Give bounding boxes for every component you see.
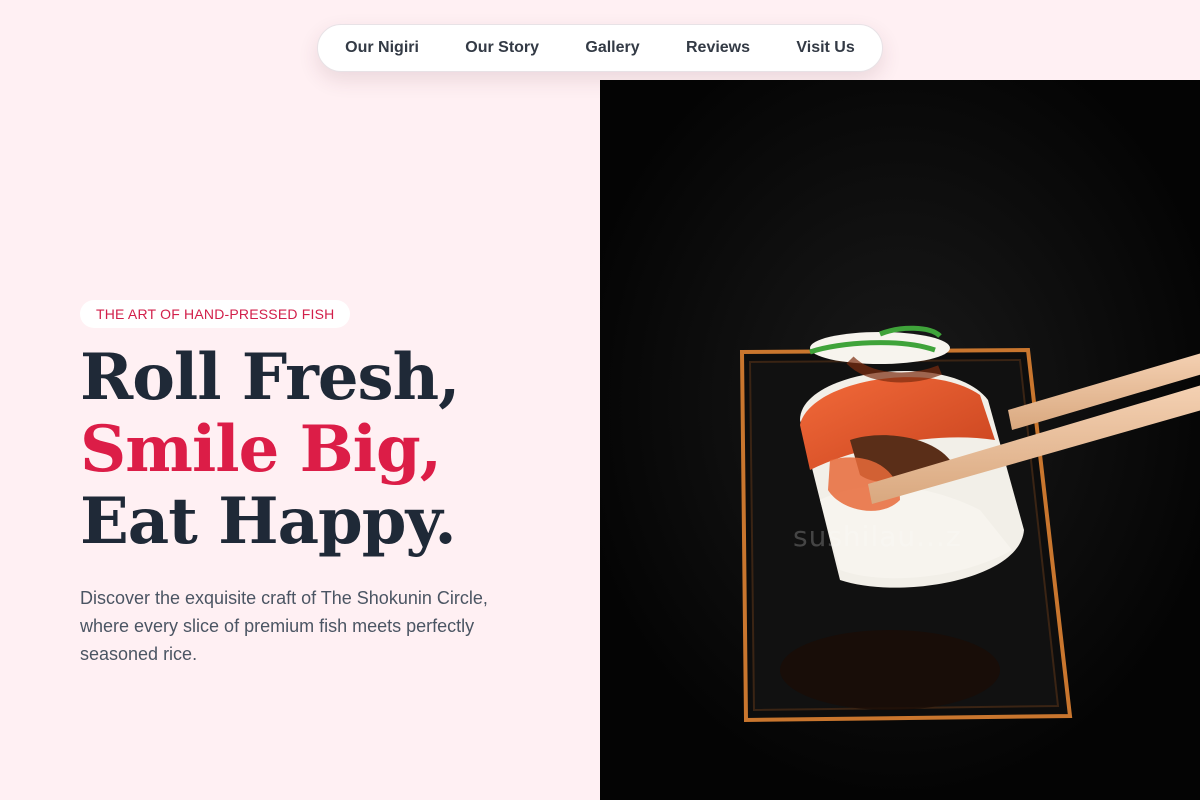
- headline-line-3: Eat Happy.: [80, 484, 457, 559]
- headline-line-2: Smile Big,: [80, 412, 442, 487]
- image-watermark: sushilau...z: [793, 520, 962, 553]
- sushi-roll-illustration: [600, 80, 1200, 800]
- nav-link-visit-us[interactable]: Visit Us: [796, 39, 854, 57]
- nav-link-our-story[interactable]: Our Story: [465, 39, 539, 57]
- headline-line-1: Roll Fresh,: [80, 340, 460, 415]
- hero-eyebrow-badge: THE ART OF HAND-PRESSED FISH: [80, 300, 351, 328]
- hero-description: Discover the exquisite craft of The Shok…: [80, 588, 488, 664]
- nav-link-reviews[interactable]: Reviews: [686, 39, 750, 57]
- nav-link-our-nigiri[interactable]: Our Nigiri: [345, 39, 419, 57]
- hero-headline: Roll Fresh, Smile Big, Eat Happy.: [80, 340, 460, 559]
- top-navigation: Our Nigiri Our Story Gallery Reviews Vis…: [317, 24, 883, 72]
- hero-sushi-image: sushilau...z: [600, 80, 1200, 800]
- nav-link-gallery[interactable]: Gallery: [585, 39, 639, 57]
